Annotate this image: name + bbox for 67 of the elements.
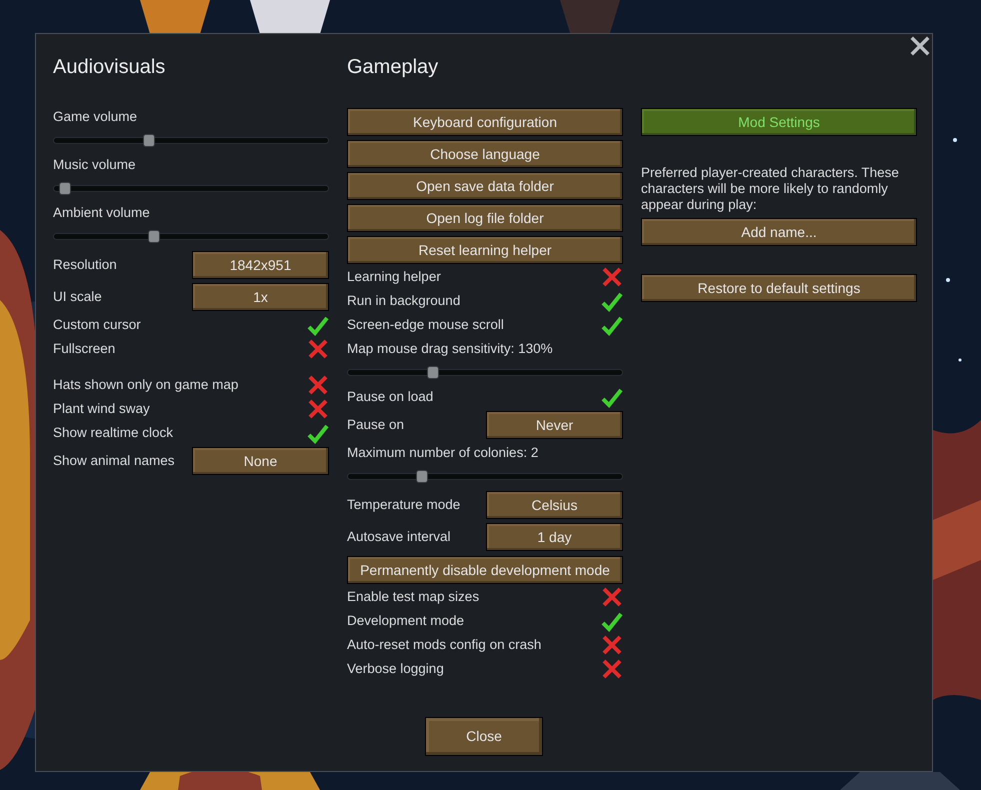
- setting-label: Pause on: [347, 416, 404, 434]
- dropdown-button[interactable]: Never: [486, 411, 623, 439]
- setting-label: Learning helper: [347, 268, 441, 286]
- close-icon[interactable]: [910, 36, 930, 56]
- setting-label: Screen-edge mouse scroll: [347, 316, 504, 334]
- section-title: Gameplay: [347, 55, 440, 80]
- slider-thumb[interactable]: [59, 182, 72, 195]
- slider-thumb[interactable]: [143, 134, 156, 147]
- checkmark-icon[interactable]: [307, 314, 329, 336]
- cross-icon[interactable]: [307, 338, 329, 360]
- button[interactable]: Reset learning helper: [347, 236, 623, 264]
- slider-label: Map mouse drag sensitivity: 130%: [347, 340, 554, 358]
- setting-label: Autosave interval: [347, 528, 451, 546]
- button[interactable]: Open save data folder: [347, 172, 623, 200]
- dropdown-button[interactable]: 1 day: [486, 523, 623, 551]
- mod-settings-button[interactable]: Mod Settings: [641, 108, 917, 136]
- setting-label: Hats shown only on game map: [53, 376, 238, 394]
- slider-track[interactable]: [347, 369, 623, 376]
- checkmark-icon[interactable]: [307, 422, 329, 444]
- slider-track[interactable]: [347, 473, 623, 480]
- cross-icon[interactable]: [307, 374, 329, 396]
- setting-label: Enable test map sizes: [347, 588, 480, 606]
- checkmark-icon[interactable]: [601, 290, 623, 312]
- button[interactable]: Open log file folder: [347, 204, 623, 232]
- button[interactable]: Choose language: [347, 140, 623, 168]
- slider-thumb[interactable]: [416, 470, 428, 483]
- dropdown-button[interactable]: 1x: [192, 283, 329, 311]
- button[interactable]: Add name...: [641, 218, 917, 246]
- slider-thumb[interactable]: [426, 366, 439, 379]
- setting-label: Resolution: [53, 256, 117, 274]
- setting-label: Custom cursor: [53, 316, 141, 334]
- slider-label: Music volume: [53, 156, 137, 174]
- button[interactable]: Restore to default settings: [641, 274, 917, 302]
- setting-label: UI scale: [53, 288, 102, 306]
- dropdown-button[interactable]: None: [192, 447, 329, 475]
- slider-label: Maximum number of colonies: 2: [347, 444, 540, 462]
- cross-icon[interactable]: [307, 398, 329, 420]
- cross-icon[interactable]: [601, 266, 623, 288]
- setting-label: Plant wind sway: [53, 400, 150, 418]
- cross-icon[interactable]: [601, 634, 623, 656]
- setting-label: Pause on load: [347, 388, 434, 406]
- cross-icon[interactable]: [601, 658, 623, 680]
- setting-label: Show realtime clock: [53, 424, 174, 442]
- dropdown-button[interactable]: 1842x951: [192, 251, 329, 279]
- checkmark-icon[interactable]: [601, 386, 623, 408]
- section-title: Audiovisuals: [53, 55, 166, 80]
- setting-label: Show animal names: [53, 452, 175, 470]
- description-text: Preferred player-created characters. These characters will be more likely to randomly appear during play:: [641, 164, 900, 214]
- slider-track[interactable]: [53, 185, 329, 192]
- slider-label: Ambient volume: [53, 204, 151, 222]
- button[interactable]: Keyboard configuration: [347, 108, 623, 136]
- slider-thumb[interactable]: [148, 230, 160, 243]
- slider-track[interactable]: [53, 233, 329, 240]
- slider-label: Game volume: [53, 108, 138, 126]
- checkmark-icon[interactable]: [601, 314, 623, 336]
- button[interactable]: Permanently disable development mode: [347, 556, 623, 584]
- cross-icon[interactable]: [601, 586, 623, 608]
- setting-label: Verbose logging: [347, 660, 444, 678]
- setting-label: Development mode: [347, 612, 464, 630]
- slider-track[interactable]: [53, 137, 329, 144]
- close-button[interactable]: Close: [425, 717, 543, 756]
- setting-label: Auto-reset mods config on crash: [347, 636, 542, 654]
- dropdown-button[interactable]: Celsius: [486, 491, 623, 519]
- checkmark-icon[interactable]: [601, 610, 623, 632]
- setting-label: Temperature mode: [347, 496, 460, 514]
- setting-label: Fullscreen: [53, 340, 116, 358]
- setting-label: Run in background: [347, 292, 460, 310]
